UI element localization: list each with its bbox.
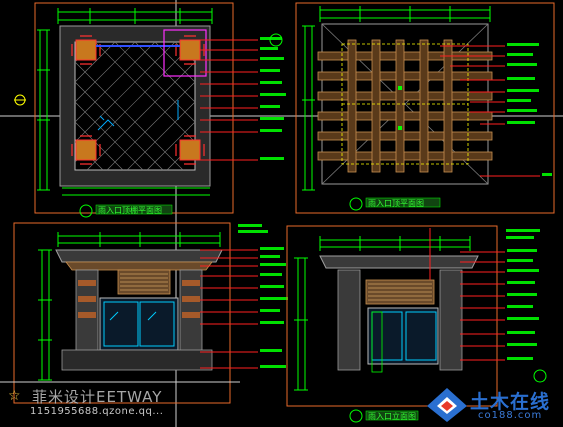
cad-drawing-canvas[interactable]: 雨入口顶棚平面图 雨入口顶平面图 雨入口立面图 <box>0 0 563 427</box>
view-3-base <box>61 349 213 371</box>
view-4-callout-circle <box>533 369 547 383</box>
watermark-site-name: 菲米设计EETWAY <box>32 388 163 406</box>
view-2-rafters <box>317 39 493 173</box>
view-2-title: 雨入口顶平面图 <box>368 199 424 208</box>
view-1-annotation-text <box>260 37 286 160</box>
co188-logo-icon <box>427 388 467 422</box>
view-1-ceiling-plan[interactable]: 雨入口顶棚平面图 <box>14 2 286 218</box>
view-1-title: 雨入口顶棚平面图 <box>98 205 162 215</box>
view-3-roof-cornice <box>55 249 223 263</box>
view-3-front-elevation[interactable] <box>13 222 288 404</box>
view-4-glass-door <box>367 307 439 365</box>
view-3-annotation-text <box>238 224 288 368</box>
view-4-left-column <box>337 269 361 371</box>
view-4-right-column <box>439 269 463 371</box>
view-1-title-number <box>79 204 93 218</box>
view-3-eave <box>65 261 213 271</box>
view-4-title: 雨入口立面图 <box>368 411 416 421</box>
logo-english-text: co188.com <box>478 410 543 421</box>
view-2-annotation-text <box>507 43 552 176</box>
view-4-roof-cornice <box>319 255 479 269</box>
view-4-annotation-text <box>506 229 540 360</box>
view-2-title-number <box>349 197 363 211</box>
view-4-title-number <box>349 409 363 423</box>
view-3-glass-door <box>99 297 179 351</box>
star-icon: ☆ <box>8 388 21 404</box>
watermark-contact: 1151955688.qzone.qq... <box>30 406 164 417</box>
view-2-roof-plan[interactable]: 雨入口顶平面图 <box>295 2 555 214</box>
